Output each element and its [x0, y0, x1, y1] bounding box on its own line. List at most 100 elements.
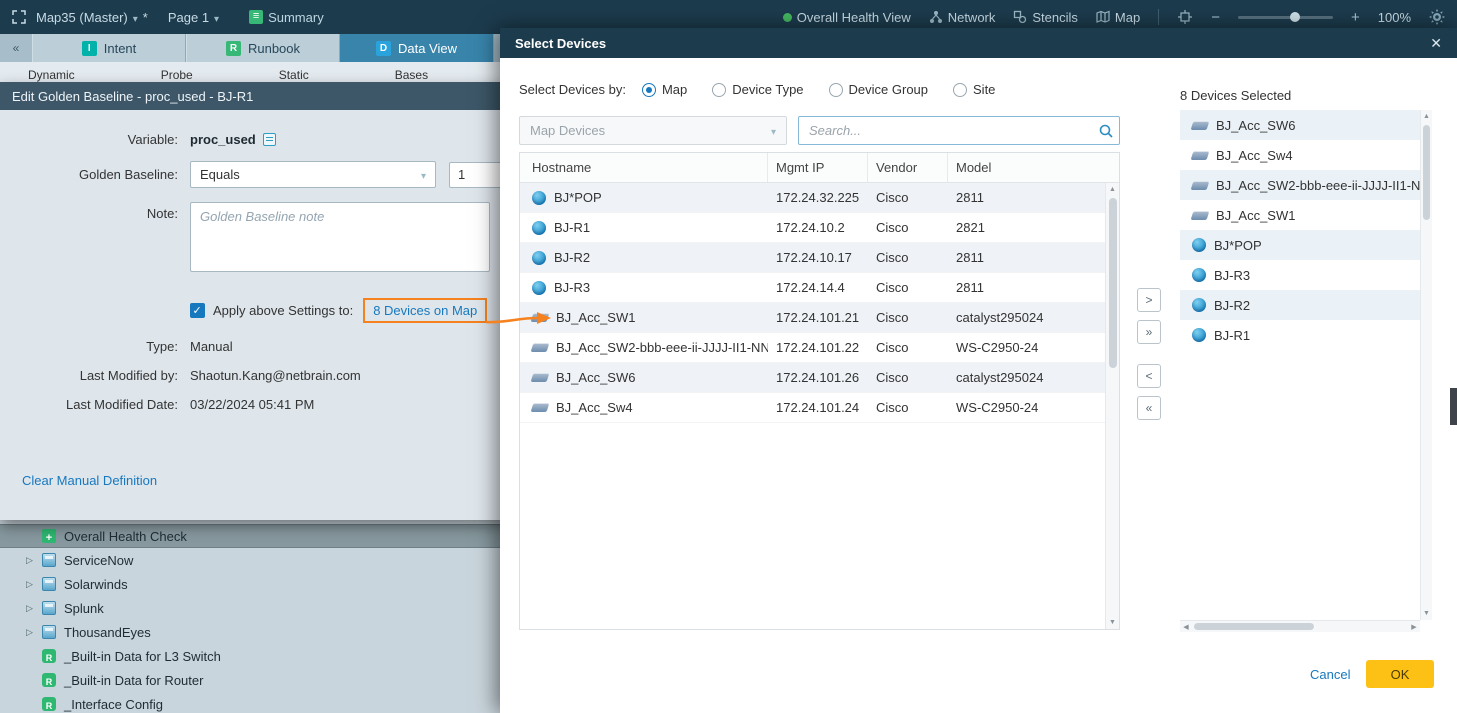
radio-option[interactable]: Map: [642, 82, 687, 97]
map-button[interactable]: Map: [1096, 10, 1140, 25]
toolbar-item[interactable]: Static: [279, 68, 309, 82]
expand-arrow-icon[interactable]: ▷: [26, 603, 42, 614]
golden-baseline-label: Golden Baseline:: [0, 167, 190, 182]
scroll-up-icon[interactable]: [1423, 110, 1430, 123]
radio-option[interactable]: Device Group: [829, 82, 928, 97]
table-vertical-scrollbar[interactable]: [1105, 183, 1119, 629]
table-row[interactable]: BJ-R1 172.24.10.2 Cisco 2821: [520, 213, 1105, 243]
stencils-button[interactable]: Stencils: [1013, 10, 1078, 25]
fit-view-button[interactable]: [1177, 9, 1193, 25]
column-header-vendor[interactable]: Vendor: [868, 153, 948, 182]
expand-arrow-icon[interactable]: ▷: [26, 579, 42, 590]
selected-device-row[interactable]: BJ_Acc_Sw4: [1180, 140, 1420, 170]
expand-map-icon[interactable]: [12, 10, 26, 24]
tree-item-label: _Built-in Data for L3 Switch: [64, 649, 221, 664]
expand-arrow-icon[interactable]: ▷: [26, 627, 42, 638]
expand-arrow-icon[interactable]: ▷: [26, 555, 42, 566]
settings-button[interactable]: [1429, 9, 1445, 25]
app-window: Map35 (Master) * Page 1 ≡ Summary Overal…: [0, 0, 1457, 713]
apply-settings-checkbox[interactable]: [190, 303, 205, 318]
network-button[interactable]: Network: [929, 10, 996, 25]
tree-item[interactable]: ▷ ThousandEyes: [0, 620, 500, 644]
scroll-up-icon[interactable]: [1109, 183, 1116, 196]
column-header-mgmt-ip[interactable]: Mgmt IP: [768, 153, 868, 182]
table-row[interactable]: BJ_Acc_SW1 172.24.101.21 Cisco catalyst2…: [520, 303, 1105, 333]
zoom-slider[interactable]: [1238, 16, 1333, 19]
device-type-icon: [1191, 211, 1210, 220]
devices-on-map-link[interactable]: 8 Devices on Map: [363, 298, 487, 323]
selected-device-row[interactable]: BJ-R2: [1180, 290, 1420, 320]
note-input[interactable]: [190, 202, 490, 272]
close-icon[interactable]: ✕: [1430, 35, 1442, 52]
baseline-variable-icon[interactable]: [263, 133, 276, 146]
radio-icon: [642, 83, 656, 97]
table-row[interactable]: BJ_Acc_SW6 172.24.101.26 Cisco catalyst2…: [520, 363, 1105, 393]
page-selector[interactable]: Page 1: [168, 10, 219, 25]
tree-item[interactable]: ▷ Splunk: [0, 596, 500, 620]
overall-health-view-button[interactable]: Overall Health View: [783, 10, 911, 25]
tab-icon: D: [376, 41, 391, 56]
cancel-button[interactable]: Cancel: [1310, 667, 1350, 682]
move-right-button[interactable]: >: [1137, 288, 1161, 312]
map-title[interactable]: Map35 (Master) *: [36, 10, 148, 25]
selected-device-row[interactable]: BJ_Acc_SW1: [1180, 200, 1420, 230]
selected-device-row[interactable]: BJ*POP: [1180, 230, 1420, 260]
toolbar-item[interactable]: Dynamic: [28, 68, 75, 82]
summary-button[interactable]: ≡ Summary: [249, 10, 324, 25]
scrollbar-thumb[interactable]: [1423, 125, 1430, 220]
search-input[interactable]: [799, 123, 1093, 138]
scroll-down-icon[interactable]: [1423, 607, 1430, 620]
tree-item[interactable]: ▷ Solarwinds: [0, 572, 500, 596]
window-scrollbar-thumb[interactable]: [1450, 388, 1457, 425]
selected-device-row[interactable]: BJ_Acc_SW2-bbb-eee-ii-JJJJ-II1-NNNN...: [1180, 170, 1420, 200]
scroll-left-icon[interactable]: [1180, 623, 1192, 631]
tree-item[interactable]: Overall Health Check: [0, 524, 500, 548]
table-row[interactable]: BJ-R2 172.24.10.17 Cisco 2811: [520, 243, 1105, 273]
column-header-hostname[interactable]: Hostname: [520, 153, 768, 182]
tab[interactable]: I Intent: [32, 34, 186, 62]
collapse-panel-icon[interactable]: «: [0, 41, 32, 55]
selected-horizontal-scrollbar[interactable]: [1180, 620, 1420, 632]
table-row[interactable]: BJ_Acc_SW2-bbb-eee-ii-JJJJ-II1-NNNN... 1…: [520, 333, 1105, 363]
move-all-right-button[interactable]: »: [1137, 320, 1161, 344]
selected-vertical-scrollbar[interactable]: [1420, 110, 1432, 620]
zoom-in-button[interactable]: +: [1351, 9, 1360, 26]
tree-item-label: Overall Health Check: [64, 529, 187, 544]
search-icon[interactable]: [1093, 123, 1119, 139]
tree-item[interactable]: _Interface Config: [0, 692, 500, 713]
scrollbar-thumb[interactable]: [1194, 623, 1314, 630]
zoom-out-button[interactable]: −: [1211, 9, 1220, 26]
clear-manual-definition-link[interactable]: Clear Manual Definition: [22, 473, 157, 488]
scroll-down-icon[interactable]: [1109, 616, 1116, 629]
selected-device-row[interactable]: BJ-R1: [1180, 320, 1420, 350]
table-row[interactable]: BJ_Acc_Sw4 172.24.101.24 Cisco WS-C2950-…: [520, 393, 1105, 423]
tree-item[interactable]: _Built-in Data for L3 Switch: [0, 644, 500, 668]
mgmt-ip-cell: 172.24.101.22: [768, 340, 868, 355]
device-source-dropdown[interactable]: Map Devices: [519, 116, 787, 145]
radio-icon: [712, 83, 726, 97]
table-row[interactable]: BJ*POP 172.24.32.225 Cisco 2811: [520, 183, 1105, 213]
table-row[interactable]: BJ-R3 172.24.14.4 Cisco 2811: [520, 273, 1105, 303]
radio-option[interactable]: Device Type: [712, 82, 803, 97]
selected-device-row[interactable]: BJ_Acc_SW6: [1180, 110, 1420, 140]
operator-select[interactable]: Equals: [190, 161, 436, 188]
column-header-model[interactable]: Model: [948, 153, 1119, 182]
toolbar-item[interactable]: Probe: [161, 68, 193, 82]
radio-label: Map: [662, 82, 687, 97]
move-all-left-button[interactable]: «: [1137, 396, 1161, 420]
zoom-slider-knob[interactable]: [1290, 12, 1300, 22]
radio-option[interactable]: Site: [953, 82, 995, 97]
scrollbar-thumb[interactable]: [1109, 198, 1117, 368]
move-left-button[interactable]: <: [1137, 364, 1161, 388]
selected-device-row[interactable]: BJ-R3: [1180, 260, 1420, 290]
device-type-icon: [1191, 181, 1210, 190]
tree-item[interactable]: _Built-in Data for Router: [0, 668, 500, 692]
device-type-icon: [531, 403, 550, 412]
toolbar-item[interactable]: Bases: [395, 68, 428, 82]
tab[interactable]: R Runbook: [186, 34, 340, 62]
tree-item[interactable]: ▷ ServiceNow: [0, 548, 500, 572]
ok-button[interactable]: OK: [1366, 660, 1434, 688]
model-cell: catalyst295024: [948, 370, 1105, 385]
scroll-right-icon[interactable]: [1408, 623, 1420, 631]
tab[interactable]: D Data View: [340, 34, 494, 62]
